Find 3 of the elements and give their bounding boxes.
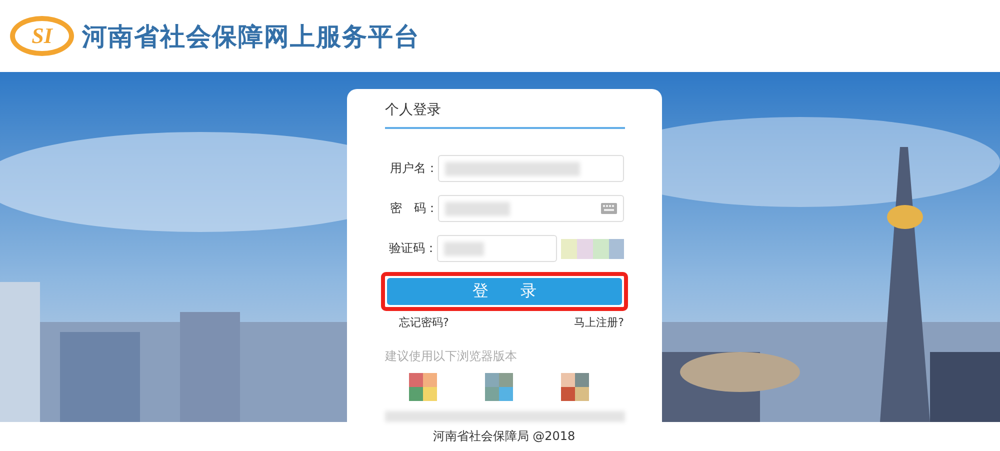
logo: SI bbox=[10, 16, 74, 56]
copyright: 河南省社会保障局 @2018 bbox=[432, 428, 576, 445]
site-title: 河南省社会保障网上服务平台 bbox=[82, 20, 420, 52]
